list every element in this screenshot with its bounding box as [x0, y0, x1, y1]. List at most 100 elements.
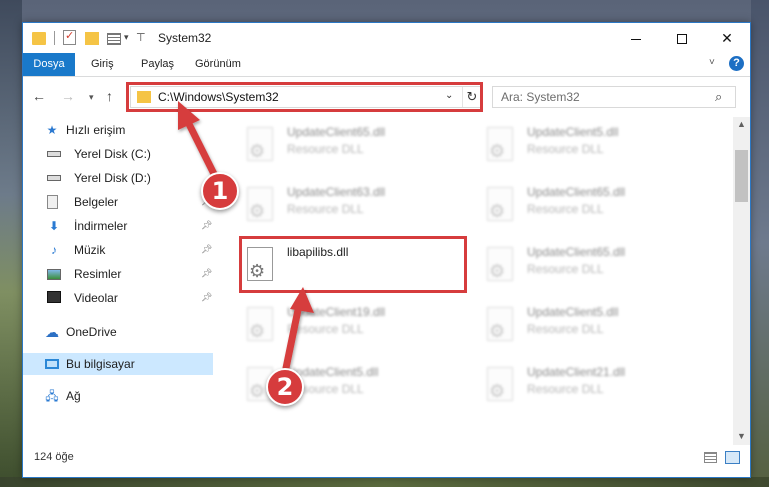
- item-count: 124 öğe: [34, 451, 74, 463]
- sidebar-item-label: Müzik: [74, 243, 106, 257]
- sidebar-item-label: İndirmeler: [74, 219, 128, 233]
- search-input[interactable]: Ara: System32 ⌕: [492, 86, 736, 108]
- sidebar-item-pictures[interactable]: Resimler 📌︎: [23, 263, 213, 285]
- sidebar-item-network[interactable]: 🖧︎ Ağ: [23, 385, 213, 407]
- sidebar-item-label: Resimler: [74, 267, 122, 281]
- file-description: Resource DLL: [287, 142, 364, 156]
- forward-arrow-icon[interactable]: →: [61, 88, 75, 104]
- pin-icon[interactable]: 📌︎: [201, 268, 212, 279]
- details-view-icon[interactable]: [704, 452, 717, 463]
- file-description: Resource DLL: [287, 322, 364, 336]
- file-item[interactable]: ⚙ UpdateClient65.dll Resource DLL: [215, 123, 445, 173]
- up-arrow-icon[interactable]: ↑: [106, 88, 113, 104]
- file-description: Resource DLL: [527, 202, 604, 216]
- close-button[interactable]: ✕: [704, 23, 750, 53]
- navigation-pane: ★ Hızlı erişim Yerel Disk (C:) Yerel Dis…: [23, 117, 215, 445]
- dll-file-icon: ⚙: [243, 127, 277, 167]
- computer-icon: [45, 359, 59, 369]
- scroll-down-icon[interactable]: ▼: [737, 431, 746, 441]
- pin-icon[interactable]: 📌︎: [201, 220, 212, 231]
- sidebar-item-label: Yerel Disk (D:): [74, 171, 151, 185]
- ribbon-tabs: Dosya Giriş Paylaş Görünüm ˅ ?: [23, 53, 750, 77]
- document-icon: [47, 195, 58, 209]
- search-icon[interactable]: ⌕: [715, 89, 722, 105]
- chevron-down-icon[interactable]: ▾: [124, 32, 129, 48]
- file-name: UpdateClient63.dll: [287, 185, 386, 199]
- sidebar-item-quick-access[interactable]: ★ Hızlı erişim: [23, 119, 213, 141]
- sidebar-item-downloads[interactable]: ⬇ İndirmeler 📌︎: [23, 215, 213, 237]
- properties-icon[interactable]: [63, 29, 76, 45]
- scrollbar-thumb[interactable]: [735, 150, 748, 202]
- view-icon[interactable]: [107, 33, 121, 45]
- file-item[interactable]: ⚙ UpdateClient63.dll Resource DLL: [215, 183, 445, 233]
- network-icon: 🖧︎: [45, 389, 59, 403]
- sidebar-item-label: OneDrive: [66, 325, 117, 339]
- file-item[interactable]: ⚙ UpdateClient5.dll Resource DLL: [455, 123, 685, 173]
- sidebar-item-music[interactable]: ♪ Müzik 📌︎: [23, 239, 213, 261]
- tab-home[interactable]: Giriş: [81, 53, 124, 76]
- sidebar-item-local-disk-d[interactable]: Yerel Disk (D:): [23, 167, 213, 189]
- file-name: UpdateClient5.dll: [527, 305, 619, 319]
- expand-ribbon-icon[interactable]: ˅: [709, 57, 715, 68]
- file-explorer-window: ▾ ⊤ System32 ✕ Dosya Giriş Paylaş Görünü…: [22, 22, 751, 478]
- file-name: UpdateClient65.dll: [287, 125, 386, 139]
- tab-view[interactable]: Görünüm: [185, 53, 251, 76]
- tab-file[interactable]: Dosya: [23, 53, 75, 76]
- search-placeholder: Ara: System32: [501, 90, 580, 104]
- sidebar-item-label: Yerel Disk (C:): [74, 147, 151, 161]
- dll-file-icon: ⚙: [243, 187, 277, 227]
- desktop-wallpaper-left: [0, 0, 22, 487]
- back-arrow-icon[interactable]: ←: [32, 88, 46, 104]
- sidebar-item-onedrive[interactable]: ☁ OneDrive: [23, 321, 213, 343]
- scroll-up-icon[interactable]: ▲: [737, 119, 746, 129]
- tab-share[interactable]: Paylaş: [131, 53, 184, 76]
- file-item[interactable]: ⚙ UpdateClient21.dll Resource DLL: [455, 363, 685, 413]
- file-item[interactable]: ⚙ UpdateClient5.dll Resource DLL: [215, 363, 445, 413]
- file-name: UpdateClient65.dll: [527, 245, 626, 259]
- window-title: System32: [158, 31, 212, 45]
- dll-file-icon: ⚙: [243, 307, 277, 347]
- pin-icon[interactable]: 📌︎: [201, 292, 212, 303]
- new-folder-icon[interactable]: [85, 32, 99, 45]
- file-description: Resource DLL: [527, 382, 604, 396]
- title-bar: ▾ ⊤ System32 ✕: [23, 23, 750, 53]
- download-icon: ⬇: [48, 219, 60, 233]
- divider: [54, 31, 55, 45]
- minimize-icon: [631, 38, 641, 40]
- music-icon: ♪: [51, 243, 57, 257]
- file-item[interactable]: ⚙ UpdateClient19.dll Resource DLL: [215, 303, 445, 353]
- file-item[interactable]: ⚙ UpdateClient65.dll Resource DLL: [455, 243, 685, 293]
- customize-toolbar-icon[interactable]: ⊤: [136, 31, 146, 47]
- file-description: Resource DLL: [527, 142, 604, 156]
- sidebar-item-documents[interactable]: Belgeler 📌︎: [23, 191, 213, 213]
- sidebar-item-label: Hızlı erişim: [66, 123, 126, 137]
- highlight-address-box: [126, 82, 483, 112]
- minimize-button[interactable]: [613, 23, 659, 53]
- help-icon[interactable]: ?: [729, 56, 744, 71]
- recent-locations-icon[interactable]: ▾: [89, 92, 94, 103]
- sidebar-item-videos[interactable]: Videolar 📌︎: [23, 287, 213, 309]
- drive-icon: [47, 151, 61, 157]
- step-1-badge: 1: [201, 172, 239, 210]
- file-item[interactable]: ⚙ UpdateClient5.dll Resource DLL: [455, 303, 685, 353]
- pin-icon[interactable]: 📌︎: [201, 244, 212, 255]
- highlight-file-box: [239, 236, 467, 293]
- desktop-wallpaper-right: [751, 0, 769, 487]
- file-description: Resource DLL: [527, 322, 604, 336]
- video-icon: [47, 291, 61, 303]
- file-name: UpdateClient21.dll: [527, 365, 626, 379]
- maximize-button[interactable]: [659, 23, 705, 53]
- sidebar-item-label: Bu bilgisayar: [66, 357, 135, 371]
- dll-file-icon: ⚙: [483, 127, 517, 167]
- sidebar-item-this-pc[interactable]: Bu bilgisayar: [23, 353, 213, 375]
- file-item[interactable]: ⚙ UpdateClient65.dll Resource DLL: [455, 183, 685, 233]
- pictures-icon: [47, 269, 61, 280]
- file-name: UpdateClient65.dll: [527, 185, 626, 199]
- dll-file-icon: ⚙: [483, 187, 517, 227]
- large-icons-view-icon[interactable]: [725, 451, 740, 464]
- dll-file-icon: ⚙: [483, 307, 517, 347]
- sidebar-item-local-disk-c[interactable]: Yerel Disk (C:): [23, 143, 213, 165]
- vertical-scrollbar[interactable]: ▲ ▼: [733, 117, 750, 445]
- folder-icon: [32, 32, 46, 45]
- cloud-icon: ☁: [45, 324, 59, 340]
